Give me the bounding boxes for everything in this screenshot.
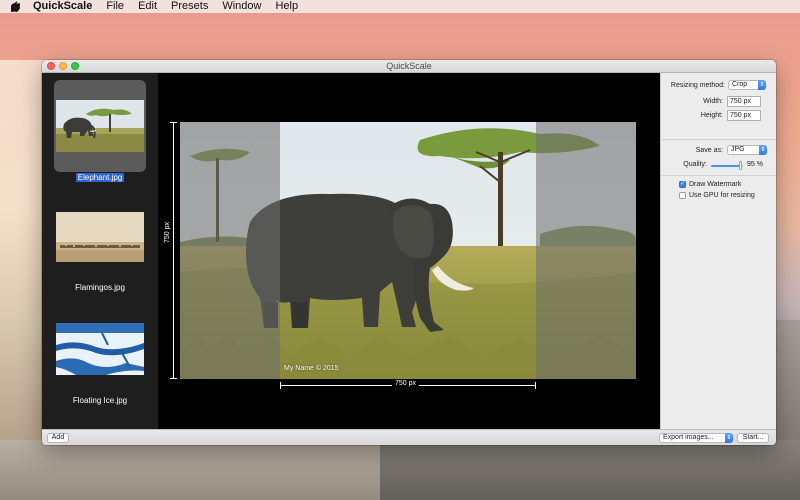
title-bar[interactable]: QuickScale [42, 60, 776, 73]
use-gpu-label[interactable]: Use GPU for resizing [689, 192, 755, 199]
width-measure-label: 750 px [392, 380, 420, 387]
save-as-value: JPG [731, 146, 745, 153]
quality-value: 95 % [747, 161, 763, 168]
menu-bar: QuickScale File Edit Presets Window Help [0, 0, 800, 13]
preview-image[interactable]: My Name © 2015 [180, 122, 636, 379]
elephant-thumbnail [56, 100, 144, 152]
flamingos-thumbnail [56, 212, 144, 262]
crop-dim-left [180, 122, 280, 379]
settings-inspector: Resizing method: Crop ⇕ Width: 750 px He… [660, 73, 776, 429]
use-gpu-checkbox[interactable] [679, 192, 686, 199]
draw-watermark-label[interactable]: Draw Watermark [689, 181, 741, 188]
separator [661, 175, 776, 176]
image-list-item-label: Elephant.jpg [75, 173, 125, 182]
desktop-background-ground [0, 440, 380, 500]
window-controls [47, 62, 79, 70]
height-label: Height: [700, 112, 723, 119]
quality-slider-fill [711, 165, 742, 167]
height-value: 750 px [730, 112, 752, 119]
image-list-sidebar: Elephant.jpg Flamingos.jpg Floating Ice.… [42, 73, 158, 429]
save-as-label: Save as: [695, 147, 723, 154]
desktop-background-cliff [380, 440, 800, 500]
bottom-toolbar: Add Export images... ⇕ Start... [42, 429, 776, 445]
width-value: 750 px [730, 98, 752, 105]
draw-watermark-checkbox[interactable]: ✓ [679, 181, 686, 188]
height-measure-label: 750 px [164, 221, 171, 243]
resizing-method-value: Crop [732, 81, 748, 88]
export-images-popup[interactable]: Export images... ⇕ [659, 433, 733, 443]
width-label: Width: [703, 98, 723, 105]
save-as-popup[interactable]: JPG ⇕ [727, 145, 767, 155]
close-button[interactable] [47, 62, 55, 70]
height-field[interactable]: 750 px [727, 110, 761, 121]
menu-help[interactable]: Help [275, 0, 298, 13]
quality-label: Quality: [683, 161, 707, 168]
preview-canvas[interactable]: 750 px My Name © 2015 750 px [158, 73, 660, 429]
popup-arrows-icon: ⇕ [725, 433, 733, 443]
popup-arrows-icon: ⇕ [758, 80, 766, 90]
add-button[interactable]: Add [47, 433, 69, 443]
watermark-text: My Name © 2015 [284, 365, 339, 372]
menu-window[interactable]: Window [222, 0, 261, 13]
height-measure-line [170, 122, 177, 379]
zoom-button[interactable] [71, 62, 79, 70]
image-list-item-label: Floating Ice.jpg [72, 396, 128, 405]
quality-slider[interactable] [711, 161, 743, 170]
menu-app-name[interactable]: QuickScale [33, 0, 92, 13]
image-list-item-label: Flamingos.jpg [75, 283, 125, 292]
minimize-button[interactable] [59, 62, 67, 70]
separator [661, 139, 776, 140]
quality-slider-knob[interactable] [739, 161, 743, 170]
menu-presets[interactable]: Presets [171, 0, 208, 13]
floating-ice-thumbnail [56, 323, 144, 375]
resizing-method-label: Resizing method: [670, 82, 725, 89]
menu-file[interactable]: File [106, 0, 124, 13]
menu-edit[interactable]: Edit [138, 0, 157, 13]
start-button[interactable]: Start... [737, 433, 769, 443]
apple-icon[interactable] [11, 1, 21, 12]
width-field[interactable]: 750 px [727, 96, 761, 107]
popup-arrows-icon: ⇕ [759, 145, 767, 155]
export-images-label: Export images... [663, 434, 714, 441]
window-title: QuickScale [386, 61, 432, 71]
resizing-method-popup[interactable]: Crop ⇕ [728, 80, 766, 90]
app-window: QuickScale Elephant.jpg Flamingos.jpg Fl… [42, 60, 776, 445]
crop-dim-right [536, 122, 636, 379]
